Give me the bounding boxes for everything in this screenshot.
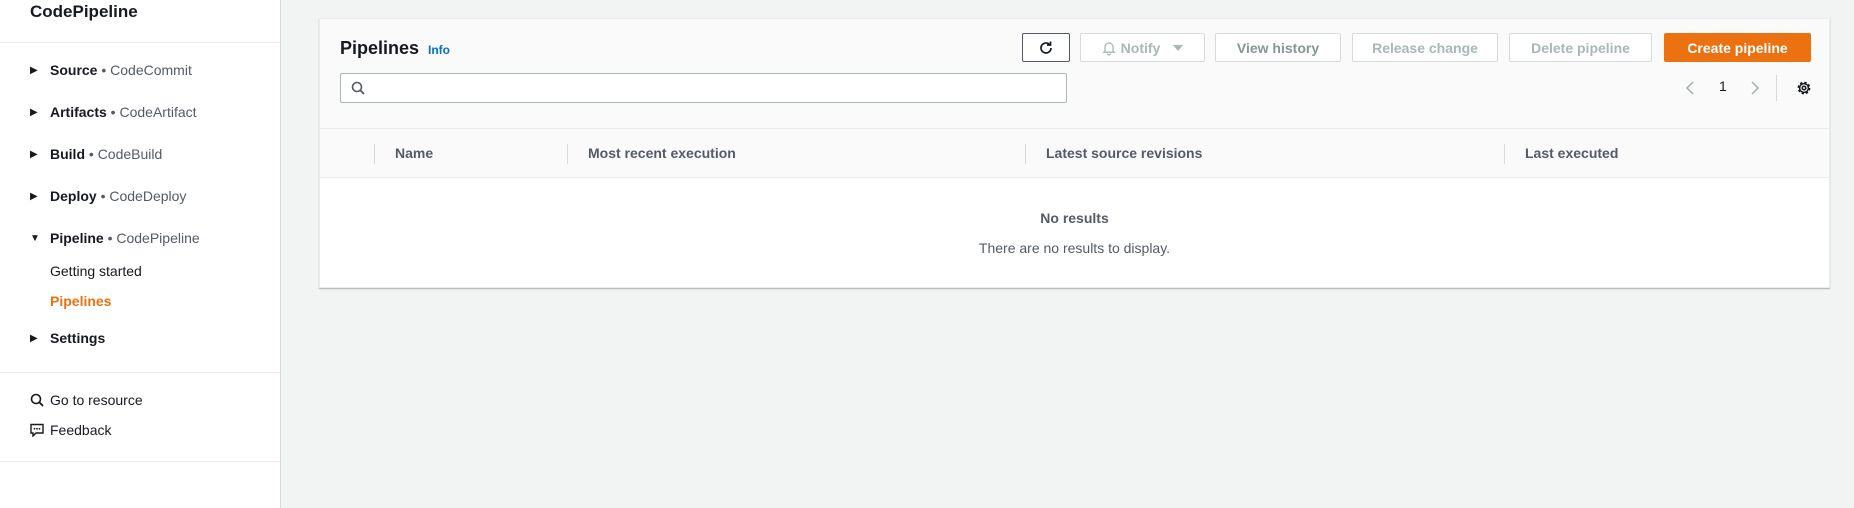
release-change-button[interactable]: Release change [1352,33,1498,62]
sidebar-item-label: Settings [50,330,106,346]
sidebar-item-label: Artifacts [50,104,107,120]
caret-down-icon: ▼ [30,232,40,244]
delete-pipeline-button[interactable]: Delete pipeline [1509,33,1652,62]
go-to-resource-label: Go to resource [50,392,143,408]
current-page-number[interactable]: 1 [1719,78,1727,94]
caret-right-icon: ▶ [30,64,38,76]
refresh-icon [1040,41,1052,54]
go-to-resource-link[interactable]: Go to resource [30,392,143,408]
caret-right-icon: ▶ [30,190,38,202]
sidebar-item-artifacts[interactable]: ▶ Artifacts • CodeArtifact [30,104,197,120]
sidebar-item-service: CodeDeploy [109,188,187,204]
notify-label: Notify [1120,39,1161,56]
feedback-icon [30,423,50,437]
sidebar-item-separator: • [106,104,120,120]
panel-header: Pipelines Info Notify View history Relea… [320,19,1829,128]
sidebar: CodePipeline ▶ Source • CodeCommit ▶ Art… [0,0,281,508]
empty-state-message: There are no results to display. [978,240,1171,256]
create-pipeline-button[interactable]: Create pipeline [1664,33,1811,62]
sidebar-item-label: Deploy [50,188,97,204]
search-field[interactable] [340,73,1067,103]
column-divider [1504,144,1505,164]
column-header-latest-source-revisions[interactable]: Latest source revisions [1046,145,1202,161]
sidebar-item-settings[interactable]: ▶ Settings [30,330,105,346]
sidebar-divider [0,461,280,462]
caret-right-icon: ▶ [30,332,38,344]
sidebar-item-getting-started[interactable]: Getting started [50,263,142,279]
sidebar-item-separator: • [85,146,98,162]
sidebar-divider [0,372,280,373]
column-header-name[interactable]: Name [395,145,433,161]
column-divider [374,144,375,164]
notify-button[interactable]: Notify [1080,33,1205,62]
caret-right-icon: ▶ [30,106,38,118]
feedback-link[interactable]: Feedback [30,422,111,438]
sidebar-item-build[interactable]: ▶ Build • CodeBuild [30,146,162,162]
info-link[interactable]: Info [428,43,450,57]
sidebar-item-pipelines[interactable]: Pipelines [50,293,111,309]
column-header-last-executed[interactable]: Last executed [1525,145,1618,161]
sidebar-item-label: Source [50,62,98,78]
bell-icon [1101,41,1116,56]
caret-down-icon [1173,44,1184,51]
column-header-most-recent-execution[interactable]: Most recent execution [588,145,736,161]
sidebar-item-separator: • [97,62,111,78]
pagination-divider [1776,75,1777,101]
sidebar-item-service: CodeBuild [97,146,163,162]
settings-gear-icon[interactable] [1795,79,1813,100]
sidebar-item-label: Pipeline [50,230,104,246]
table-header: Name Most recent execution Latest source… [320,128,1829,178]
column-divider [567,144,568,164]
view-history-button[interactable]: View history [1215,33,1341,62]
sidebar-title[interactable]: CodePipeline [30,2,138,22]
next-page-icon[interactable] [1750,80,1760,99]
sidebar-item-service: CodeCommit [110,62,192,78]
column-divider [1025,144,1026,164]
search-icon [30,393,50,407]
feedback-label: Feedback [50,422,112,438]
sidebar-item-service: CodePipeline [116,230,200,246]
caret-right-icon: ▶ [30,148,38,160]
sidebar-item-source[interactable]: ▶ Source • CodeCommit [30,62,192,78]
sidebar-item-service: CodeArtifact [119,104,197,120]
previous-page-icon[interactable] [1685,80,1695,99]
page-title: Pipelines [340,38,420,58]
refresh-button[interactable] [1022,33,1070,62]
sidebar-item-pipeline[interactable]: ▼ Pipeline • CodePipeline [30,230,200,246]
sidebar-item-label: Build [50,146,85,162]
search-icon [351,81,365,95]
sidebar-item-deploy[interactable]: ▶ Deploy • CodeDeploy [30,188,186,204]
search-input[interactable] [371,75,1066,101]
sidebar-divider [0,42,280,43]
pipelines-panel: Pipelines Info Notify View history Relea… [319,18,1830,288]
sidebar-item-separator: • [103,230,117,246]
empty-state-title: No results [1040,210,1109,226]
sidebar-item-separator: • [96,188,110,204]
